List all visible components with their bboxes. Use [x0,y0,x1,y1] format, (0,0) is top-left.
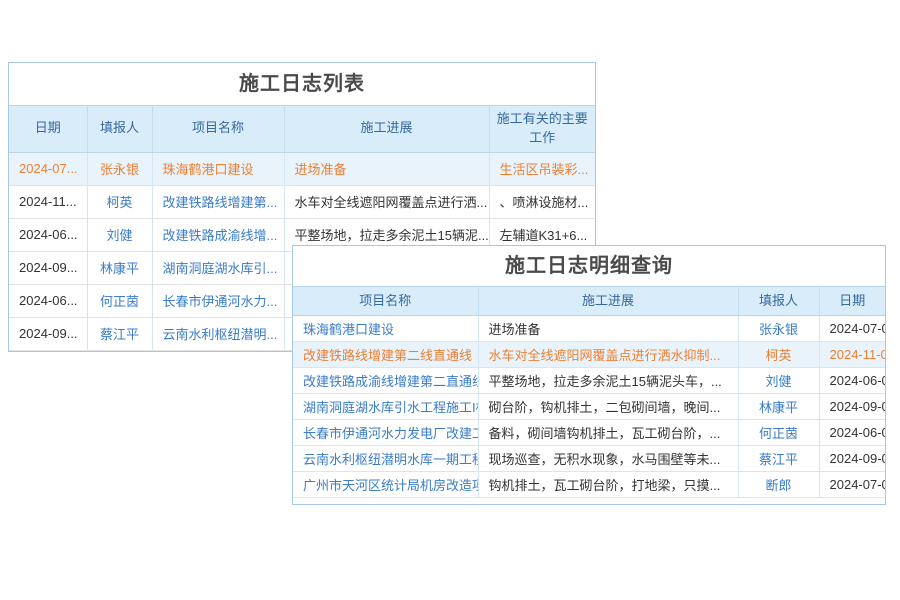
cell-progress: 钩机排土，瓦工砌台阶，打地梁，只摸... [478,472,738,498]
log-list-col-mainwork: 施工有关的主要工作 [489,106,595,153]
cell-project[interactable]: 改建铁路线增建第二线直通线（成都-西 [293,342,478,368]
cell-progress: 现场巡查，无积水现象，水马围壁等未... [478,446,738,472]
cell-date: 2024-11-01 [819,342,885,368]
cell-project[interactable]: 云南水利枢纽潜明水库一期工程施工I标 [293,446,478,472]
cell-reporter[interactable]: 张永银 [87,152,152,185]
log-list-col-progress: 施工进展 [284,106,489,153]
cell-date: 2024-06... [9,284,87,317]
cell-reporter[interactable]: 何正茵 [738,420,819,446]
cell-mainwork: 生活区吊装彩... [489,152,595,185]
construction-log-detail-panel: 施工日志明细查询 项目名称 施工进展 填报人 日期 珠海鹤港口建设 进场准备 张… [292,245,886,505]
cell-project[interactable]: 广州市天河区统计局机房改造项目 [293,472,478,498]
table-row[interactable]: 云南水利枢纽潜明水库一期工程施工I标 现场巡查，无积水现象，水马围壁等未... … [293,446,885,472]
cell-date: 2024-07-09 [819,472,885,498]
cell-date: 2024-06-04 [819,420,885,446]
table-row[interactable]: 广州市天河区统计局机房改造项目 钩机排土，瓦工砌台阶，打地梁，只摸... 断郎 … [293,472,885,498]
cell-date: 2024-09... [9,251,87,284]
cell-reporter[interactable]: 刘健 [738,368,819,394]
table-row[interactable]: 改建铁路成渝线增建第二直通线（成渝 平整场地，拉走多余泥土15辆泥头车，... … [293,368,885,394]
detail-header-row: 项目名称 施工进展 填报人 日期 [293,287,885,316]
cell-reporter[interactable]: 蔡江平 [738,446,819,472]
cell-project[interactable]: 珠海鹤港口建设 [293,316,478,342]
cell-progress: 水车对全线遮阳网覆盖点进行洒水抑制... [478,342,738,368]
detail-query-table: 项目名称 施工进展 填报人 日期 珠海鹤港口建设 进场准备 张永银 2024-0… [293,286,885,498]
cell-project[interactable]: 珠海鹤港口建设 [152,152,284,185]
cell-reporter[interactable]: 柯英 [738,342,819,368]
table-row[interactable]: 湖南洞庭湖水库引水工程施工I标 砌台阶，钩机排土，二包砌间墙，晚间... 林康平… [293,394,885,420]
cell-project[interactable]: 长春市伊通河水力发电厂改建工程 [293,420,478,446]
detail-col-reporter: 填报人 [738,287,819,316]
cell-project[interactable]: 改建铁路成渝线增... [152,218,284,251]
cell-mainwork: 、喷淋设施材... [489,185,595,218]
log-list-col-project: 项目名称 [152,106,284,153]
cell-date: 2024-09-09 [819,446,885,472]
detail-col-date: 日期 [819,287,885,316]
table-row[interactable]: 珠海鹤港口建设 进场准备 张永银 2024-07-09 [293,316,885,342]
detail-col-project: 项目名称 [293,287,478,316]
cell-project[interactable]: 湖南洞庭湖水库引水工程施工I标 [293,394,478,420]
cell-project[interactable]: 改建铁路成渝线增建第二直通线（成渝 [293,368,478,394]
cell-date: 2024-06... [9,218,87,251]
cell-date: 2024-09-09 [819,394,885,420]
table-row[interactable]: 长春市伊通河水力发电厂改建工程 备料，砌间墙钩机排土，瓦工砌台阶，... 何正茵… [293,420,885,446]
table-row[interactable]: 改建铁路线增建第二线直通线（成都-西 水车对全线遮阳网覆盖点进行洒水抑制... … [293,342,885,368]
log-list-header-row: 日期 填报人 项目名称 施工进展 施工有关的主要工作 [9,106,595,153]
cell-date: 2024-09... [9,317,87,350]
cell-date: 2024-06-07 [819,368,885,394]
cell-date: 2024-07... [9,152,87,185]
cell-progress: 水车对全线遮阳网覆盖点进行洒... [284,185,489,218]
cell-progress: 备料，砌间墙钩机排土，瓦工砌台阶，... [478,420,738,446]
cell-date: 2024-07-09 [819,316,885,342]
log-list-col-date: 日期 [9,106,87,153]
detail-query-title: 施工日志明细查询 [293,246,885,286]
table-row[interactable]: 2024-07... 张永银 珠海鹤港口建设 进场准备 生活区吊装彩... [9,152,595,185]
log-list-col-reporter: 填报人 [87,106,152,153]
cell-date: 2024-11... [9,185,87,218]
cell-reporter[interactable]: 张永银 [738,316,819,342]
log-list-title: 施工日志列表 [9,63,595,105]
cell-project[interactable]: 云南水利枢纽潜明... [152,317,284,350]
cell-reporter[interactable]: 柯英 [87,185,152,218]
cell-reporter[interactable]: 刘健 [87,218,152,251]
cell-progress: 平整场地，拉走多余泥土15辆泥头车，... [478,368,738,394]
cell-reporter[interactable]: 断郎 [738,472,819,498]
detail-col-progress: 施工进展 [478,287,738,316]
cell-reporter[interactable]: 何正茵 [87,284,152,317]
cell-reporter[interactable]: 蔡江平 [87,317,152,350]
cell-reporter[interactable]: 林康平 [87,251,152,284]
cell-progress: 进场准备 [478,316,738,342]
cell-reporter[interactable]: 林康平 [738,394,819,420]
cell-progress: 进场准备 [284,152,489,185]
cell-project[interactable]: 长春市伊通河水力... [152,284,284,317]
cell-project[interactable]: 湖南洞庭湖水库引... [152,251,284,284]
table-row[interactable]: 2024-11... 柯英 改建铁路线增建第... 水车对全线遮阳网覆盖点进行洒… [9,185,595,218]
cell-project[interactable]: 改建铁路线增建第... [152,185,284,218]
cell-progress: 砌台阶，钩机排土，二包砌间墙，晚间... [478,394,738,420]
